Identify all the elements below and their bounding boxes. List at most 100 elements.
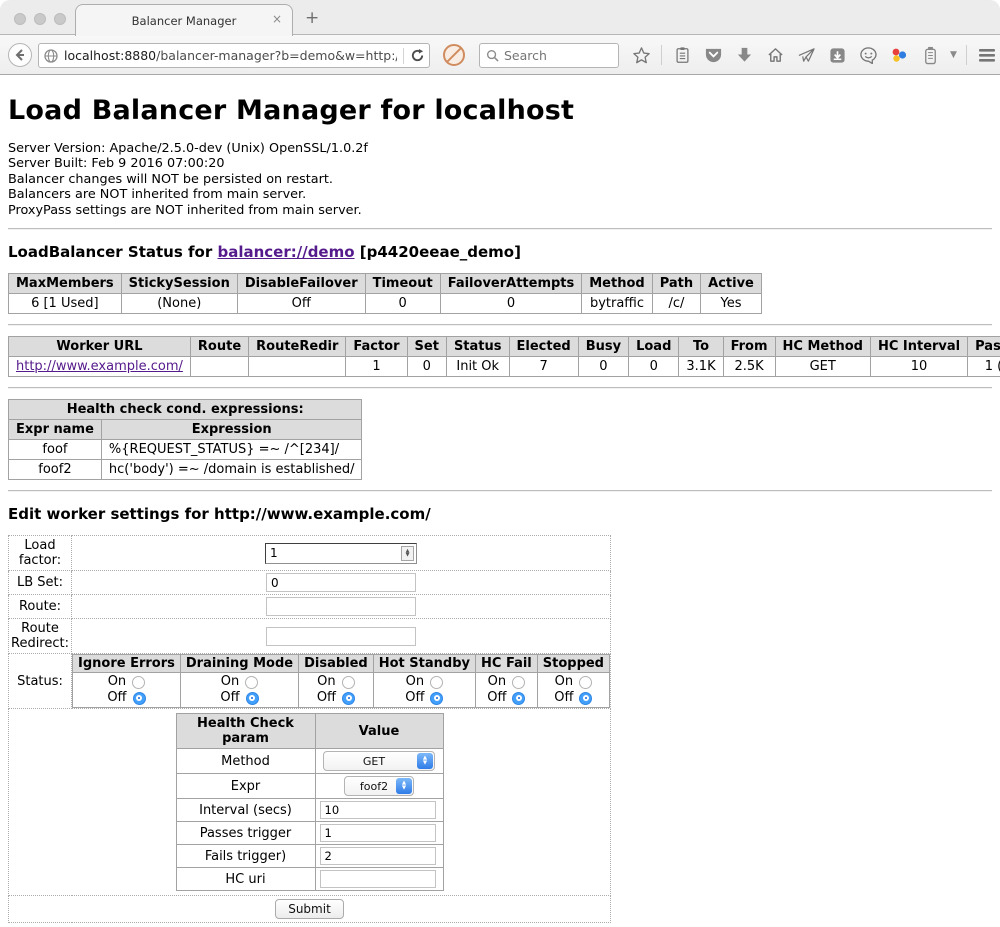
stopped-radios: On Off <box>537 673 609 708</box>
back-button[interactable] <box>8 43 32 67</box>
hc-expr-label: Expr <box>176 774 315 799</box>
pocket-icon[interactable] <box>702 43 724 67</box>
route-input[interactable] <box>266 597 416 616</box>
server-info: Server Version: Apache/2.5.0-dev (Unix) … <box>8 141 992 218</box>
draining-mode-on-radio[interactable] <box>245 676 258 689</box>
table-row: http://www.example.com/ 1 0 Init Ok 7 0 … <box>9 357 1000 377</box>
table-row: foof2 hc('body') =~ /domain is establish… <box>9 460 362 480</box>
route-redirect-label: Route Redirect: <box>9 619 72 654</box>
select-arrows-icon: ▲▼ <box>417 753 433 769</box>
hc-passes-label: Passes trigger <box>176 822 315 845</box>
stopped-off-radio[interactable] <box>579 692 592 705</box>
col-failoverattempts: FailoverAttempts <box>440 274 582 294</box>
hc-fail-radios: On Off <box>476 673 538 708</box>
hc-passes-input[interactable] <box>320 824 436 842</box>
page-content: Load Balancer Manager for localhost Serv… <box>0 75 1000 927</box>
tab-balancer-manager[interactable]: Balancer Manager × <box>75 4 293 36</box>
urlbar-divider <box>403 48 404 64</box>
url-path: /balancer-manager?b=demo&w=http://www.ex… <box>156 48 397 63</box>
col-maxmembers: MaxMembers <box>9 274 122 294</box>
maximize-window-button[interactable] <box>54 13 66 25</box>
bookmark-star-icon[interactable] <box>630 43 652 67</box>
col-path: Path <box>652 274 700 294</box>
navigation-toolbar: localhost:8880/balancer-manager?b=demo&w… <box>0 35 1000 75</box>
search-icon <box>486 49 499 62</box>
proxypass-note-line: ProxyPass settings are NOT inherited fro… <box>8 203 992 218</box>
colored-dots-icon[interactable] <box>888 43 910 67</box>
col-hot-standby: Hot Standby <box>373 655 475 673</box>
hc-method-label: Method <box>176 749 315 774</box>
hot-standby-off-radio[interactable] <box>430 692 443 705</box>
route-redirect-input[interactable] <box>266 627 416 646</box>
server-built-line: Server Built: Feb 9 2016 07:00:20 <box>8 156 992 171</box>
send-plane-icon[interactable] <box>795 43 817 67</box>
download-box-icon[interactable] <box>826 43 848 67</box>
col-stopped: Stopped <box>537 655 609 673</box>
lb-set-input[interactable] <box>266 573 416 592</box>
battery-icon[interactable] <box>919 43 941 67</box>
clipboard-icon[interactable] <box>671 43 693 67</box>
table-row: 6 [1 Used] (None) Off 0 0 bytraffic /c/ … <box>9 294 762 314</box>
ignore-errors-radios: On Off <box>73 673 181 708</box>
chat-smiley-icon[interactable] <box>857 43 879 67</box>
select-arrows-icon: ▲▼ <box>396 778 412 794</box>
globe-icon <box>43 48 59 64</box>
hc-fails-label: Fails trigger) <box>176 845 315 868</box>
content-blocker-icon[interactable] <box>443 44 465 66</box>
back-arrow-icon <box>13 48 27 62</box>
load-factor-field-wrap: ▲▼ <box>265 543 417 564</box>
hc-uri-label: HC uri <box>176 868 315 891</box>
stopped-on-radio[interactable] <box>579 676 592 689</box>
edit-worker-form: Load factor: ▲▼ LB Set: Route: Route Red… <box>8 535 611 923</box>
hot-standby-on-radio[interactable] <box>430 676 443 689</box>
server-version-line: Server Version: Apache/2.5.0-dev (Unix) … <box>8 141 992 156</box>
tab-title: Balancer Manager <box>132 14 237 28</box>
search-bar[interactable] <box>479 43 619 68</box>
col-expression: Expression <box>101 420 362 440</box>
load-factor-input[interactable] <box>266 545 401 561</box>
toolbar-separator <box>661 45 662 65</box>
downloads-icon[interactable] <box>733 43 755 67</box>
col-draining-mode: Draining Mode <box>180 655 298 673</box>
ignore-errors-on-radio[interactable] <box>132 676 145 689</box>
status-heading-suffix: [p4420eeae_demo] <box>360 243 521 261</box>
status-radio-table: Ignore Errors Draining Mode Disabled Hot… <box>72 654 610 708</box>
menu-hamburger-icon[interactable] <box>976 43 998 67</box>
disabled-off-radio[interactable] <box>342 692 355 705</box>
inherit-note-line: Balancers are NOT inherited from main se… <box>8 187 992 202</box>
chevron-down-icon[interactable]: ▼ <box>950 50 957 60</box>
home-icon[interactable] <box>764 43 786 67</box>
col-active: Active <box>701 274 762 294</box>
balancer-demo-link[interactable]: balancer://demo <box>217 243 354 261</box>
col-disablefailover: DisableFailover <box>237 274 365 294</box>
submit-button[interactable]: Submit <box>275 899 344 919</box>
hc-uri-input[interactable] <box>320 870 436 888</box>
health-check-cond-table: Health check cond. expressions: Expr nam… <box>8 399 362 480</box>
number-spinner-icon[interactable]: ▲▼ <box>401 546 414 561</box>
hot-standby-radios: On Off <box>373 673 475 708</box>
window-controls <box>14 13 66 25</box>
hc-fail-on-radio[interactable] <box>512 676 525 689</box>
edit-worker-heading: Edit worker settings for http://www.exam… <box>8 505 992 523</box>
new-tab-button[interactable]: + <box>305 8 319 28</box>
col-expr-name: Expr name <box>9 420 102 440</box>
table-row: foof %{REQUEST_STATUS} =~ /^[234]/ <box>9 440 362 460</box>
hc-fail-off-radio[interactable] <box>512 692 525 705</box>
hc-fails-input[interactable] <box>320 847 436 865</box>
hc-method-select[interactable]: GET ▲▼ <box>323 751 435 771</box>
draining-mode-off-radio[interactable] <box>246 692 259 705</box>
url-bar[interactable]: localhost:8880/balancer-manager?b=demo&w… <box>38 43 430 68</box>
disabled-on-radio[interactable] <box>342 676 355 689</box>
worker-url-link[interactable]: http://www.example.com/ <box>16 359 183 374</box>
tab-close-icon[interactable]: × <box>272 12 282 26</box>
hc-interval-input[interactable] <box>320 801 436 819</box>
persist-note-line: Balancer changes will NOT be persisted o… <box>8 172 992 187</box>
close-window-button[interactable] <box>14 13 26 25</box>
divider <box>8 228 992 230</box>
ignore-errors-off-radio[interactable] <box>133 692 146 705</box>
toolbar-icons: ▼ <box>630 43 1000 67</box>
minimize-window-button[interactable] <box>34 13 46 25</box>
reload-icon[interactable] <box>410 48 425 63</box>
search-input[interactable] <box>504 48 604 63</box>
hc-expr-select[interactable]: foof2 ▲▼ <box>344 776 414 796</box>
